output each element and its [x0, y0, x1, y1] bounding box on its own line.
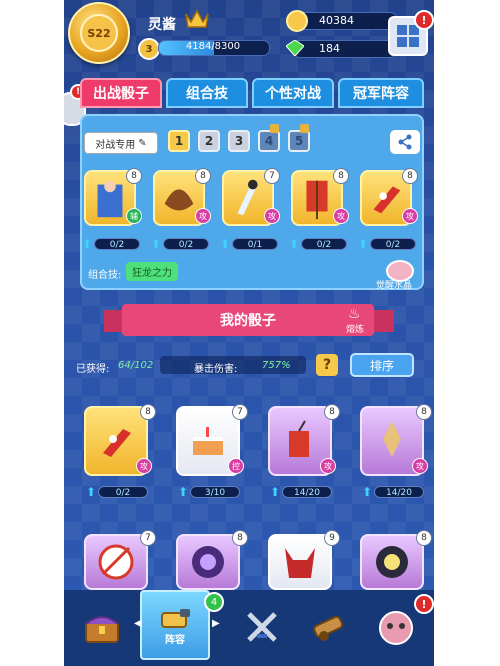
- tab-champion-lineup[interactable]: 冠军阵容: [338, 78, 424, 108]
- chevron-right-icon: ▶: [212, 618, 220, 629]
- coin-icon: [286, 10, 308, 32]
- dice-level-badge: 8: [333, 168, 349, 184]
- upgrade-arrow-icon: ⬆: [82, 237, 93, 251]
- gem-counter: 184: [292, 40, 398, 58]
- combo-value[interactable]: 狂龙之力: [126, 262, 178, 281]
- dice-role-tag: 攻: [136, 458, 152, 474]
- nav-battle[interactable]: [234, 596, 290, 658]
- dice-progress: 14/20: [282, 486, 332, 498]
- character-profile-icon: [379, 611, 413, 645]
- upgrade-arrow-icon: ⬆: [86, 485, 97, 499]
- dice-role-tag: 攻: [195, 208, 211, 224]
- share-button[interactable]: [390, 130, 420, 154]
- upgrade-arrow-icon: ⬆: [289, 237, 300, 251]
- deck-slot-1[interactable]: 1: [168, 130, 190, 152]
- dice-level-badge: 8: [140, 404, 156, 420]
- dice-progress: 0/2: [98, 486, 148, 498]
- lock-icon: [270, 124, 279, 133]
- dice-progress: 0/2: [163, 238, 209, 250]
- cannon-icon: [313, 615, 344, 641]
- dice-level-badge: 8: [232, 530, 248, 546]
- dice-level-badge: 8: [416, 404, 432, 420]
- rank-badge[interactable]: S22: [68, 2, 130, 64]
- dice-progress: 0/2: [301, 238, 347, 250]
- player-name: 灵酱: [148, 17, 176, 33]
- chevron-left-icon: ◀: [134, 618, 142, 629]
- dice-role-tag: 攻: [402, 208, 418, 224]
- dice-progress: 0/1: [232, 238, 278, 250]
- sort-button[interactable]: 排序: [350, 353, 414, 377]
- my-sun-dice[interactable]: [360, 534, 424, 590]
- dice-level-badge: 9: [324, 530, 340, 546]
- deck-slot-2[interactable]: 2: [198, 130, 220, 152]
- rank-label: S22: [80, 14, 118, 52]
- awaken-crystal-label: 觉醒水晶: [376, 281, 413, 291]
- dice-progress: 0/2: [94, 238, 140, 250]
- crit-value: 757%: [262, 360, 291, 371]
- gem-icon: [286, 40, 304, 56]
- tab-combo[interactable]: 组合技: [166, 78, 248, 108]
- upgrade-arrow-icon: ⬆: [358, 237, 369, 251]
- nav-cannon[interactable]: [302, 596, 358, 658]
- dice-role-tag: 攻: [412, 458, 428, 474]
- dice-level-badge: 8: [324, 404, 340, 420]
- dice-level-badge: 7: [264, 168, 280, 184]
- menu-alert-badge: !: [414, 10, 434, 30]
- cannon-dice-icon: [161, 608, 190, 628]
- dice-role-tag: 攻: [264, 208, 280, 224]
- crossed-swords-icon: [247, 612, 277, 642]
- crit-label: 暴击伤害:: [194, 364, 238, 375]
- smelt-flame-icon[interactable]: ♨: [348, 306, 361, 322]
- exp-text: 4184/8300: [185, 41, 241, 52]
- nav-chest[interactable]: [74, 596, 130, 658]
- nav-lineup-label: 阵容: [165, 634, 185, 646]
- my-rune-dice[interactable]: [176, 534, 240, 590]
- dice-role-tag: 攻: [333, 208, 349, 224]
- game-screen: S22 灵酱 3 4184/8300 40384 184 ! ! 出战骰子 组合…: [64, 0, 434, 666]
- upgrade-arrow-icon: ⬆: [151, 237, 162, 251]
- dice-level-badge: 8: [195, 168, 211, 184]
- dice-level-badge: 8: [126, 168, 142, 184]
- share-icon: [398, 134, 412, 150]
- lineup-badge: 4: [204, 592, 224, 612]
- dice-level-badge: 7: [232, 404, 248, 420]
- dice-progress: 14/20: [374, 486, 424, 498]
- nav-lineup[interactable]: 阵容: [140, 590, 210, 660]
- deck-type-label: 对战专用: [95, 139, 136, 151]
- obtained-value: 64/102: [118, 360, 154, 371]
- chest-icon: [85, 616, 119, 643]
- dice-level-badge: 7: [140, 530, 156, 546]
- smelt-label: 熔炼: [346, 325, 365, 335]
- dice-role-tag: 攻: [320, 458, 336, 474]
- help-button[interactable]: ?: [316, 354, 338, 376]
- deck-type-button[interactable]: 对战专用 ✎: [84, 132, 158, 154]
- my-dice-banner: 我的骰子: [122, 304, 374, 336]
- deck-slot-4[interactable]: 4: [258, 130, 280, 152]
- obtained-label: 已获得:: [76, 364, 110, 375]
- my-arrow-dice[interactable]: [84, 534, 148, 590]
- player-level-icon: 3: [138, 38, 160, 60]
- deck-slot-3[interactable]: 3: [228, 130, 250, 152]
- upgrade-arrow-icon: ⬆: [220, 237, 231, 251]
- deck-slot-5[interactable]: 5: [288, 130, 310, 152]
- combo-label: 组合技:: [88, 270, 122, 281]
- upgrade-arrow-icon: ⬆: [178, 485, 189, 499]
- edit-icon: ✎: [138, 137, 147, 149]
- dice-role-tag: 控: [228, 458, 244, 474]
- profile-alert-badge: !: [414, 594, 434, 614]
- upgrade-arrow-icon: ⬆: [362, 485, 373, 499]
- my-demon-dice[interactable]: [268, 534, 332, 590]
- lock-icon: [300, 124, 309, 133]
- tab-personal-battle[interactable]: 个性对战: [252, 78, 334, 108]
- dice-progress: 3/10: [190, 486, 240, 498]
- dice-role-tag: 辅: [126, 208, 142, 224]
- dice-level-badge: 8: [402, 168, 418, 184]
- grid-menu-icon: [397, 25, 419, 47]
- dice-progress: 0/2: [370, 238, 416, 250]
- crown-icon: [185, 9, 209, 28]
- upgrade-arrow-icon: ⬆: [270, 485, 281, 499]
- tab-battle-dice[interactable]: 出战骰子: [80, 78, 162, 108]
- dice-level-badge: 8: [416, 530, 432, 546]
